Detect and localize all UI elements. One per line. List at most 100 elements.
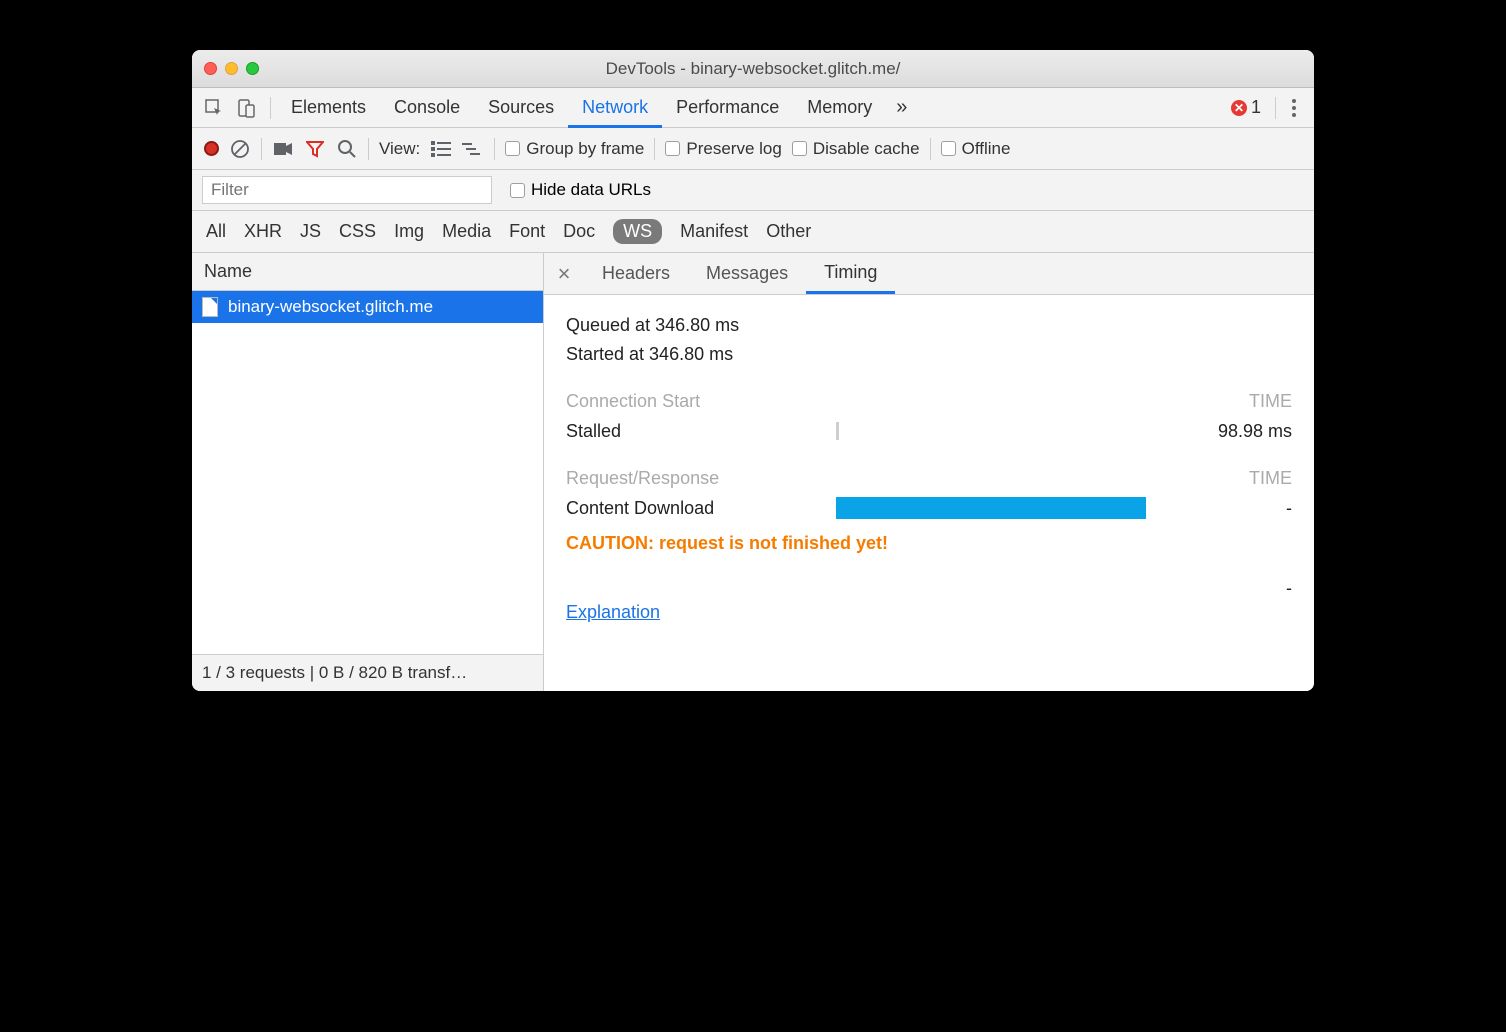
content-download-row: Content Download - xyxy=(566,493,1292,523)
main-area: Name binary-websocket.glitch.me 1 / 3 re… xyxy=(192,253,1314,691)
large-rows-icon[interactable] xyxy=(430,138,452,160)
clear-icon[interactable] xyxy=(229,138,251,160)
maximize-window-button[interactable] xyxy=(246,62,259,75)
inspect-element-icon[interactable] xyxy=(200,94,228,122)
record-button[interactable] xyxy=(204,141,219,156)
close-detail-button[interactable]: × xyxy=(544,253,584,294)
separator xyxy=(270,97,271,119)
error-counter[interactable]: ✕ 1 xyxy=(1223,97,1269,118)
filter-input[interactable] xyxy=(202,176,492,204)
content-download-value: - xyxy=(1182,498,1292,519)
main-tab-row: ElementsConsoleSourcesNetworkPerformance… xyxy=(192,88,1314,128)
filter-type-img[interactable]: Img xyxy=(394,221,424,242)
filter-type-xhr[interactable]: XHR xyxy=(244,221,282,242)
filter-type-ws[interactable]: WS xyxy=(613,219,662,244)
tab-performance[interactable]: Performance xyxy=(662,88,793,128)
group-by-frame-label: Group by frame xyxy=(526,139,644,159)
titlebar: DevTools - binary-websocket.glitch.me/ xyxy=(192,50,1314,88)
checkbox-icon xyxy=(941,141,956,156)
close-window-button[interactable] xyxy=(204,62,217,75)
separator xyxy=(654,138,655,160)
request-name: binary-websocket.glitch.me xyxy=(228,297,433,317)
disable-cache-checkbox[interactable]: Disable cache xyxy=(792,139,920,159)
filter-type-manifest[interactable]: Manifest xyxy=(680,221,748,242)
time-header: TIME xyxy=(1249,468,1292,489)
separator xyxy=(494,138,495,160)
filter-row: Hide data URLs xyxy=(192,170,1314,211)
tab-console[interactable]: Console xyxy=(380,88,474,128)
devtools-window: DevTools - binary-websocket.glitch.me/ E… xyxy=(192,50,1314,691)
hide-data-urls-checkbox[interactable]: Hide data URLs xyxy=(510,180,651,200)
request-response-header: Request/Response TIME xyxy=(566,464,1292,493)
tab-memory[interactable]: Memory xyxy=(793,88,886,128)
timing-panel: Queued at 346.80 ms Started at 346.80 ms… xyxy=(544,295,1314,639)
disable-cache-label: Disable cache xyxy=(813,139,920,159)
stalled-row: Stalled 98.98 ms xyxy=(566,416,1292,446)
separator xyxy=(261,138,262,160)
filter-type-css[interactable]: CSS xyxy=(339,221,376,242)
error-icon: ✕ xyxy=(1231,100,1247,116)
connection-start-header: Connection Start TIME xyxy=(566,387,1292,416)
detail-tabs: × HeadersMessagesTiming xyxy=(544,253,1314,295)
status-bar: 1 / 3 requests | 0 B / 820 B transf… xyxy=(192,654,543,691)
checkbox-icon xyxy=(665,141,680,156)
explanation-link[interactable]: Explanation xyxy=(566,602,660,623)
search-icon[interactable] xyxy=(336,138,358,160)
checkbox-icon xyxy=(510,183,525,198)
tab-network[interactable]: Network xyxy=(568,88,662,128)
checkbox-icon xyxy=(505,141,520,156)
window-title: DevTools - binary-websocket.glitch.me/ xyxy=(192,59,1314,79)
stalled-label: Stalled xyxy=(566,421,836,442)
request-list: binary-websocket.glitch.me xyxy=(192,291,543,654)
name-column-header[interactable]: Name xyxy=(192,253,543,291)
filter-type-other[interactable]: Other xyxy=(766,221,811,242)
time-header: TIME xyxy=(1249,391,1292,412)
filter-icon[interactable] xyxy=(304,138,326,160)
offline-checkbox[interactable]: Offline xyxy=(941,139,1011,159)
offline-label: Offline xyxy=(962,139,1011,159)
traffic-lights xyxy=(204,62,259,75)
preserve-log-label: Preserve log xyxy=(686,139,781,159)
separator xyxy=(1275,97,1276,119)
tab-sources[interactable]: Sources xyxy=(474,88,568,128)
queued-at: Queued at 346.80 ms xyxy=(566,311,1292,340)
detail-tab-headers[interactable]: Headers xyxy=(584,253,688,294)
request-response-label: Request/Response xyxy=(566,468,719,489)
settings-menu-button[interactable] xyxy=(1282,106,1306,110)
detail-column: × HeadersMessagesTiming Queued at 346.80… xyxy=(544,253,1314,691)
request-row[interactable]: binary-websocket.glitch.me xyxy=(192,291,543,323)
more-tabs-button[interactable]: » xyxy=(886,88,917,128)
overview-icon[interactable] xyxy=(462,138,484,160)
stalled-value: 98.98 ms xyxy=(1182,421,1292,442)
group-by-frame-checkbox[interactable]: Group by frame xyxy=(505,139,644,159)
error-count: 1 xyxy=(1251,97,1261,118)
checkbox-icon xyxy=(792,141,807,156)
filter-type-all[interactable]: All xyxy=(206,221,226,242)
detail-tab-messages[interactable]: Messages xyxy=(688,253,806,294)
filter-types-row: All XHR JS CSS Img Media Font Doc WS Manifest Othe… xyxy=(192,211,1314,253)
filter-type-media[interactable]: Media xyxy=(442,221,491,242)
network-toolbar: View: Group by frame Preserve log Disabl… xyxy=(192,128,1314,170)
tab-elements[interactable]: Elements xyxy=(277,88,380,128)
content-download-bar xyxy=(836,497,1146,519)
detail-tab-timing[interactable]: Timing xyxy=(806,253,895,294)
hide-data-urls-label: Hide data URLs xyxy=(531,180,651,200)
filter-type-font[interactable]: Font xyxy=(509,221,545,242)
preserve-log-checkbox[interactable]: Preserve log xyxy=(665,139,781,159)
content-download-label: Content Download xyxy=(566,498,836,519)
content-download-bar-area xyxy=(836,497,1182,519)
connection-start-label: Connection Start xyxy=(566,391,700,412)
explanation-row: Explanation - xyxy=(566,578,1292,623)
caution-text: CAUTION: request is not finished yet! xyxy=(566,533,1292,554)
file-icon xyxy=(202,297,218,317)
filter-type-doc[interactable]: Doc xyxy=(563,221,595,242)
stalled-bar xyxy=(836,422,839,440)
view-label: View: xyxy=(379,139,420,159)
toggle-device-icon[interactable] xyxy=(232,94,260,122)
stalled-bar-area xyxy=(836,420,1182,442)
minimize-window-button[interactable] xyxy=(225,62,238,75)
started-at: Started at 346.80 ms xyxy=(566,340,1292,369)
camera-icon[interactable] xyxy=(272,138,294,160)
separator xyxy=(368,138,369,160)
filter-type-js[interactable]: JS xyxy=(300,221,321,242)
